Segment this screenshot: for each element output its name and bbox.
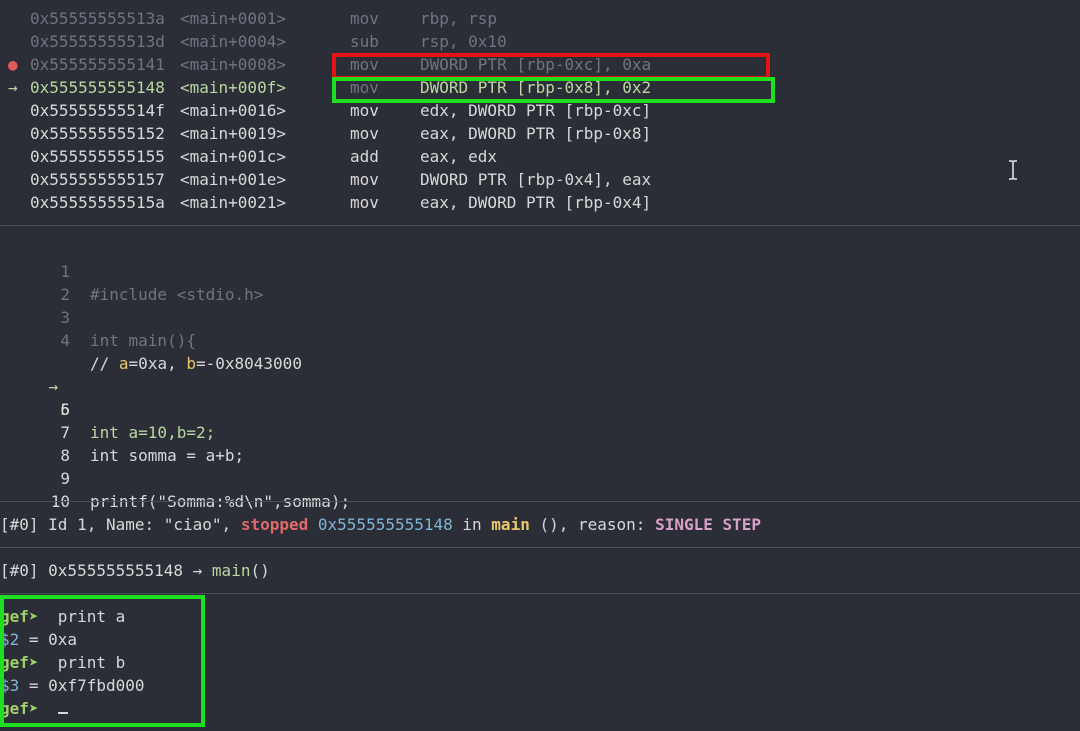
source-line-1: 1 #include <stdio.h> <box>0 237 1080 304</box>
disasm-row: 0x555555555157 <main+001e> mov DWORD PTR [r… <box>0 168 1080 191</box>
instruction-operands: eax, DWORD PTR [rbp-0x4] <box>420 193 652 212</box>
instruction-symbol: <main+0001> <box>180 9 286 28</box>
instruction-symbol: <main+0016> <box>180 101 286 120</box>
disasm-row: 0x555555555155 <main+001c> add eax, edx <box>0 145 1080 168</box>
instruction-address: 0x55555555513a <box>30 9 165 28</box>
trace-line: [#0] 0x555555555148 → main() <box>0 559 270 582</box>
thread-info: Id 1, Name: "ciao", <box>38 515 241 534</box>
trace-index: [#0] <box>0 561 39 580</box>
green-highlight-box <box>332 77 775 103</box>
text-ibeam-icon <box>1009 160 1017 180</box>
separator <box>0 593 1080 594</box>
instruction-opcode: mov <box>350 124 379 143</box>
instruction-address: 0x55555555514f <box>30 101 165 120</box>
instruction-symbol: <main+0019> <box>180 124 286 143</box>
source-line-9: 9 printf("Somma:%d\n",somma); <box>0 444 1080 511</box>
instruction-address: 0x555555555152 <box>30 124 165 143</box>
source-line-3: 3 int main(){ <box>0 283 1080 350</box>
separator <box>0 225 1080 226</box>
instruction-symbol: <main+0008> <box>180 55 286 74</box>
source-variable-comment: // a=0xa, b=-0x8043000 <box>0 329 1080 373</box>
instruction-address: 0x55555555513d <box>30 32 165 51</box>
thread-function: main <box>491 515 530 534</box>
instruction-symbol: <main+0004> <box>180 32 286 51</box>
separator <box>0 547 1080 548</box>
instruction-operands: eax, edx <box>420 147 498 166</box>
green-highlight-box-console <box>0 595 205 727</box>
instruction-opcode: mov <box>350 193 379 212</box>
trace-address: 0x555555555148 → <box>38 561 212 580</box>
source-line-6: 6 <box>0 375 1080 419</box>
separator <box>0 501 1080 502</box>
source-line-4: 4 <box>0 306 1080 350</box>
instruction-symbol: <main+001e> <box>180 170 286 189</box>
source-line-5-current: → 5 int a=10,b=2; <box>0 352 1080 442</box>
instruction-address: 0x555555555141 <box>30 55 165 74</box>
thread-reason-label: (), reason: <box>529 515 656 534</box>
thread-in: in <box>452 515 492 534</box>
trace-function: main <box>211 561 251 580</box>
source-line-8: 8 <box>0 421 1080 465</box>
instruction-symbol: <main+000f> <box>180 78 286 97</box>
source-line-7: 7 int somma = a+b; <box>0 398 1080 465</box>
instruction-address: 0x555555555155 <box>30 147 165 166</box>
instruction-operands: eax, DWORD PTR [rbp-0x8] <box>420 124 652 143</box>
source-line-2: 2 <box>0 260 1080 304</box>
instruction-symbol: <main+0021> <box>180 193 286 212</box>
instruction-address: 0x55555555515a <box>30 193 165 212</box>
thread-address: 0x555555555148 <box>308 515 453 534</box>
instruction-address: 0x555555555157 <box>30 170 165 189</box>
source-line-10: 10 <box>0 467 1080 511</box>
disasm-row: 0x55555555515a <main+0021> mov eax, DWORD P… <box>0 191 1080 214</box>
threads-line: [#0] Id 1, Name: "ciao", stopped 0x55555… <box>0 513 761 536</box>
current-instruction-arrow-icon: → <box>8 78 18 97</box>
disasm-row: 0x55555555513d <main+0004> sub rsp, 0x10 <box>0 30 1080 53</box>
instruction-opcode: mov <box>350 9 379 28</box>
instruction-opcode: mov <box>350 170 379 189</box>
instruction-operands: rbp, rsp <box>420 9 498 28</box>
instruction-address: 0x555555555148 <box>30 78 165 97</box>
thread-index: [#0] <box>0 515 39 534</box>
instruction-symbol: <main+001c> <box>180 147 286 166</box>
thread-reason: SINGLE STEP <box>655 515 762 534</box>
red-highlight-box <box>332 53 770 80</box>
thread-status: stopped <box>240 515 309 534</box>
trace-parens: () <box>250 561 270 580</box>
instruction-operands: DWORD PTR [rbp-0x4], eax <box>420 170 652 189</box>
disasm-row: 0x55555555513a <main+0001> mov rbp, rsp <box>0 7 1080 30</box>
instruction-opcode: sub <box>350 32 379 51</box>
instruction-opcode: add <box>350 147 379 166</box>
disasm-row: 0x555555555152 <main+0019> mov eax, DWORD P… <box>0 122 1080 145</box>
instruction-operands: rsp, 0x10 <box>420 32 507 51</box>
breakpoint-dot-icon: ● <box>8 55 18 74</box>
